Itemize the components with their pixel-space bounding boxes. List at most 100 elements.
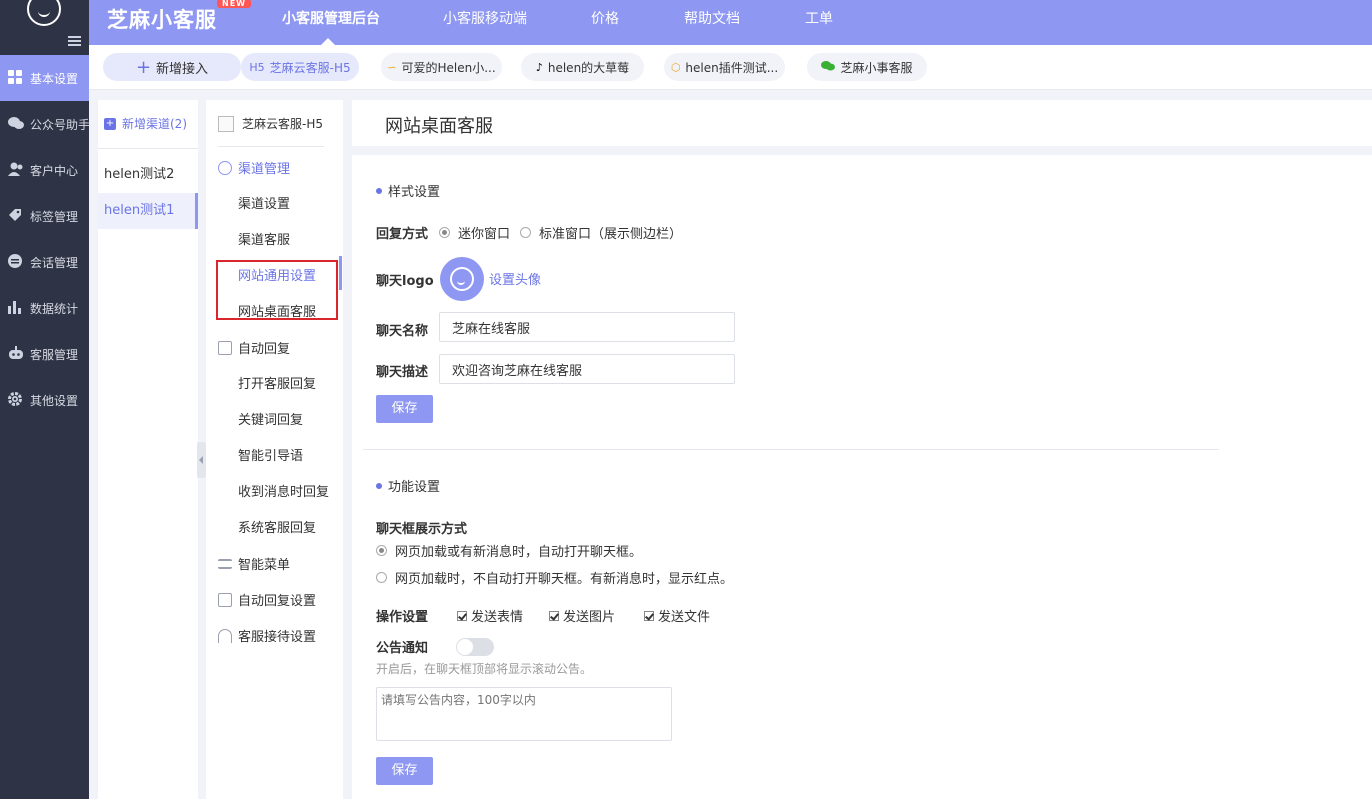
nav-label: 公众号助手 bbox=[30, 117, 91, 132]
notice-toggle[interactable] bbox=[456, 638, 494, 656]
save-function-button[interactable]: 保存 bbox=[376, 757, 433, 785]
op-send-emoji[interactable]: 发送表情 bbox=[457, 606, 523, 625]
radio-checked[interactable] bbox=[376, 545, 387, 556]
tab-admin[interactable]: 小客服管理后台 bbox=[282, 8, 380, 28]
nav-label: 数据统计 bbox=[30, 301, 79, 316]
selected-indicator bbox=[339, 256, 342, 290]
menu-system-agent-reply[interactable]: 系统客服回复 bbox=[238, 517, 316, 536]
op-send-file[interactable]: 发送文件 bbox=[644, 606, 710, 625]
option-label: 迷你窗口 bbox=[458, 227, 511, 242]
radio-checked[interactable] bbox=[439, 227, 450, 238]
channel-chip-label: 可爱的Helen小... bbox=[401, 60, 496, 75]
menu-channel-agents[interactable]: 渠道客服 bbox=[238, 229, 290, 248]
new-badge: NEW bbox=[217, 0, 251, 8]
display-auto-open[interactable]: 网页加载或有新消息时，自动打开聊天框。 bbox=[376, 541, 642, 560]
nav-official-account[interactable]: 公众号助手 bbox=[0, 101, 91, 147]
new-channel-button[interactable]: + 新增渠道(2) bbox=[104, 115, 187, 132]
option-label: 网页加载时，不自动打开聊天框。有新消息时，显示红点。 bbox=[395, 572, 734, 587]
plus-icon: + bbox=[104, 117, 116, 130]
group-auto-reply-settings[interactable]: 自动回复设置 bbox=[218, 590, 316, 609]
nav-tag-management[interactable]: 标签管理 bbox=[0, 193, 89, 239]
checkbox-checked[interactable] bbox=[644, 610, 654, 621]
channel-list-panel: + 新增渠道(2) helen测试2 helen测试1 bbox=[98, 100, 198, 799]
notice-textarea[interactable] bbox=[376, 687, 672, 741]
divider bbox=[363, 449, 1219, 450]
robot-icon bbox=[8, 346, 24, 362]
group-label: 智能菜单 bbox=[238, 558, 291, 573]
add-channel-button[interactable]: + 新增接入 bbox=[103, 53, 241, 81]
checkbox-checked[interactable] bbox=[457, 610, 467, 621]
reply-mode-standard[interactable]: 标准窗口（展示侧边栏） bbox=[520, 223, 682, 242]
channel-chip-miniprogram[interactable]: ∽ 可爱的Helen小... bbox=[381, 53, 502, 81]
collapse-menu-icon[interactable] bbox=[68, 36, 81, 46]
app-logo bbox=[0, 0, 89, 54]
channel-chip-label: 芝麻小事客服 bbox=[840, 60, 913, 75]
nav-statistics[interactable]: 数据统计 bbox=[0, 285, 89, 331]
menu-open-service-reply[interactable]: 打开客服回复 bbox=[238, 373, 316, 392]
notice-hint: 开启后，在聊天框顶部将显示滚动公告。 bbox=[376, 662, 593, 676]
set-avatar-link[interactable]: 设置头像 bbox=[489, 269, 541, 288]
menu-channel-settings[interactable]: 渠道设置 bbox=[238, 193, 290, 212]
message-icon bbox=[218, 592, 232, 607]
chat-name-label: 聊天名称 bbox=[376, 324, 429, 339]
channel-chip-h5[interactable]: H5 芝麻云客服-H5 bbox=[241, 53, 359, 81]
channel-chip-label: 芝麻云客服-H5 bbox=[269, 60, 351, 75]
chat-logo-label: 聊天logo bbox=[376, 274, 434, 289]
menu-keyword-reply[interactable]: 关键词回复 bbox=[238, 409, 303, 428]
menu-smart-guide[interactable]: 智能引导语 bbox=[238, 445, 303, 464]
message-icon bbox=[218, 340, 232, 355]
panel-collapse-handle[interactable] bbox=[197, 442, 206, 478]
nav-customer-center[interactable]: 客户中心 bbox=[0, 147, 89, 193]
section-title-text: 功能设置 bbox=[388, 480, 441, 495]
chat-desc-input[interactable] bbox=[439, 354, 735, 384]
group-label: 自动回复设置 bbox=[238, 594, 317, 609]
users-icon bbox=[8, 162, 24, 178]
nav-agent-management[interactable]: 客服管理 bbox=[0, 331, 89, 377]
group-auto-reply[interactable]: 自动回复 bbox=[218, 338, 290, 357]
chat-avatar[interactable] bbox=[440, 257, 484, 301]
tag-icon bbox=[8, 208, 24, 224]
nav-session-management[interactable]: 会话管理 bbox=[0, 239, 89, 285]
group-label: 渠道管理 bbox=[238, 162, 291, 177]
tab-pricing[interactable]: 价格 bbox=[591, 8, 619, 28]
wechat-icon bbox=[821, 60, 836, 74]
nav-label: 标签管理 bbox=[30, 209, 79, 224]
radio-unchecked[interactable] bbox=[376, 572, 387, 583]
channel-list-item[interactable]: helen测试2 bbox=[98, 157, 198, 193]
channel-chip-label: helen插件测试... bbox=[685, 60, 779, 75]
page-title: 网站桌面客服 bbox=[385, 116, 493, 137]
bullet-dot bbox=[376, 187, 382, 194]
channel-chip-tiktok[interactable]: ♪ helen的大草莓 bbox=[521, 53, 644, 81]
group-smart-menu[interactable]: 智能菜单 bbox=[218, 554, 290, 573]
radio-unchecked[interactable] bbox=[520, 227, 531, 238]
tab-help-docs[interactable]: 帮助文档 bbox=[684, 8, 740, 28]
brand-name: 芝麻小客服 NEW bbox=[107, 0, 251, 34]
nav-other-settings[interactable]: 其他设置 bbox=[0, 377, 89, 423]
page-header: 网站桌面客服 bbox=[352, 100, 1372, 146]
settings-menu-header: 芝麻云客服-H5 bbox=[218, 115, 323, 132]
tab-mobile[interactable]: 小客服移动端 bbox=[443, 8, 527, 28]
nav-label: 客服管理 bbox=[30, 347, 79, 362]
add-channel-label: 新增接入 bbox=[156, 61, 209, 77]
settings-menu-title: 芝麻云客服-H5 bbox=[242, 117, 323, 131]
plus-icon: + bbox=[135, 56, 152, 78]
channel-chip-plugin[interactable]: ⬡ helen插件测试... bbox=[664, 53, 785, 81]
chat-name-input[interactable] bbox=[439, 312, 735, 342]
op-send-image[interactable]: 发送图片 bbox=[549, 606, 615, 625]
tab-tickets[interactable]: 工单 bbox=[805, 8, 833, 28]
bullet-dot bbox=[376, 482, 382, 489]
channel-bar: + 新增接入 H5 芝麻云客服-H5 ∽ 可爱的Helen小... ♪ hele… bbox=[89, 45, 1372, 90]
checkbox-label: 发送表情 bbox=[471, 610, 524, 625]
menu-message-received-reply[interactable]: 收到消息时回复 bbox=[238, 481, 329, 500]
nav-basic-settings[interactable]: 基本设置 bbox=[0, 55, 89, 101]
top-nav-bar: 芝麻小客服 NEW 小客服管理后台 小客服移动端 价格 帮助文档 工单 bbox=[89, 0, 1372, 46]
display-red-dot[interactable]: 网页加载时，不自动打开聊天框。有新消息时，显示红点。 bbox=[376, 568, 733, 587]
channel-chip-wechat[interactable]: 芝麻小事客服 bbox=[807, 53, 927, 81]
left-sidebar: 基本设置 公众号助手 客户中心 标签管理 会话管理 数据统计 客服管理 其他设置 bbox=[0, 0, 91, 799]
group-channel-management[interactable]: 渠道管理 bbox=[218, 158, 290, 177]
reply-mode-mini[interactable]: 迷你窗口 bbox=[439, 223, 510, 242]
checkbox-checked[interactable] bbox=[549, 610, 559, 621]
group-reception-settings[interactable]: 客服接待设置 bbox=[218, 626, 316, 645]
channel-list-item[interactable]: helen测试1 bbox=[98, 193, 198, 229]
save-style-button[interactable]: 保存 bbox=[376, 395, 433, 423]
